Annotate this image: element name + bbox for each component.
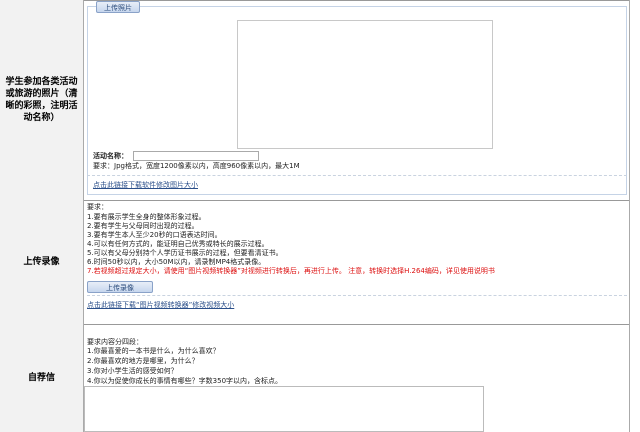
letter-label-text: 自荐信 <box>27 373 55 383</box>
photo-resize-link[interactable]: 点击此链接下载软件修改图片大小 <box>93 180 198 190</box>
activity-name-input[interactable] <box>133 151 259 161</box>
letter-req-2: 2.你最喜欢的地方是哪里，为什么？ <box>87 357 199 365</box>
row-divider <box>0 200 630 201</box>
video-req-title: 要求： <box>87 203 108 211</box>
photo-preview-box <box>237 20 493 149</box>
row-divider <box>0 324 630 325</box>
video-divider <box>87 295 627 296</box>
photo-row-label: 学生参加各类活动或旅游的照片（清晰的彩照，注明活动名称） <box>0 0 84 200</box>
video-warning-text: 7.若视频超过规定大小，请使用“图片视频转换器”对视频进行转换后，再进行上传。 … <box>87 267 495 275</box>
photo-label-text: 学生参加各类活动或旅游的照片（清晰的彩照，注明活动名称） <box>5 77 78 123</box>
table-right-border <box>629 0 630 432</box>
upload-photo-button[interactable]: 上传照片 <box>96 1 140 13</box>
photo-divider <box>87 175 627 176</box>
letter-row-label: 自荐信 <box>0 324 84 432</box>
letter-textarea[interactable] <box>84 386 484 432</box>
photo-requirement-text: 要求：Jpg格式，宽度1200像素以内，高度960像素以内，最大1M <box>93 162 300 170</box>
video-row-label: 上传录像 <box>0 200 84 324</box>
activity-name-label: 活动名称： <box>93 152 128 160</box>
video-label-text: 上传录像 <box>23 257 60 267</box>
student-application-form: 学生参加各类活动或旅游的照片（清晰的彩照，注明活动名称） 上传照片 活动名称： … <box>0 0 640 432</box>
letter-req-3: 3.你对小学生活的感受如何？ <box>87 367 178 375</box>
letter-req-1: 1.你最喜爱的一本书是什么，为什么喜欢？ <box>87 347 220 355</box>
row-divider <box>0 0 630 1</box>
letter-req-4: 4.你以为促使你成长的事情有哪些？字数350字以内，含标点。 <box>87 377 283 385</box>
video-convert-link[interactable]: 点击此链接下载“图片视频转换器”修改视频大小 <box>87 300 234 310</box>
upload-video-button[interactable]: 上传录像 <box>87 281 153 293</box>
